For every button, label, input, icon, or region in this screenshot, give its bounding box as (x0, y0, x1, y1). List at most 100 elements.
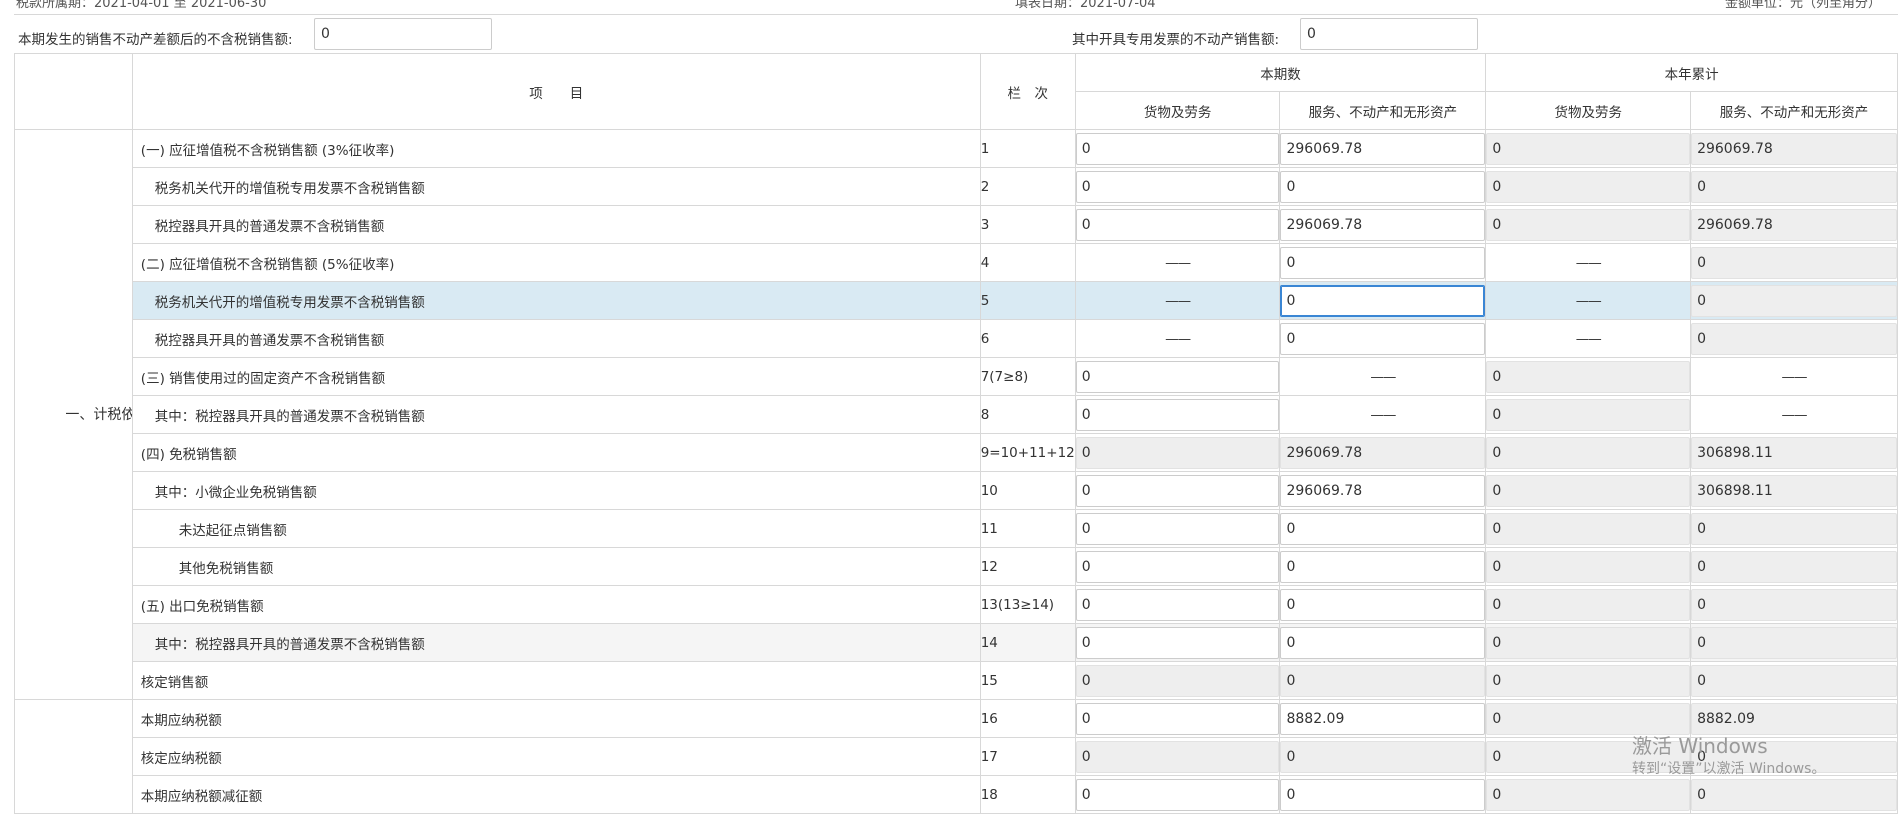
current-goods-input[interactable]: 0 (1076, 474, 1279, 507)
ytd-goods-value: 0 (1486, 512, 1690, 545)
current-services-input[interactable]: 296069.78 (1280, 208, 1485, 241)
not-applicable-dash: —— (1575, 330, 1602, 347)
not-applicable-dash: —— (1781, 406, 1808, 423)
current-services-header: 服务、不动产和无形资产 (1279, 91, 1487, 130)
ytd-services-value: 0 (1691, 778, 1897, 811)
row-label: 本期应纳税额减征额 (131, 775, 981, 814)
ytd-services-value: 0 (1691, 626, 1897, 659)
row-label: (四) 免税销售额 (131, 433, 981, 472)
current-goods-input[interactable]: 0 (1076, 398, 1279, 431)
table-row: (五) 出口免税销售额 13(13≥14) 0 0 0 0 (15, 585, 1898, 624)
current-goods-input[interactable]: 0 (1076, 132, 1279, 165)
current-services-value: 0 (1280, 664, 1485, 697)
ytd-goods-value: 0 (1486, 740, 1690, 773)
special-invoice-real-estate-label: 其中开具专用发票的不动产销售额: (1072, 32, 1280, 48)
report-header: 税款所属期：2021-04-01 至 2021-06-30 填表日期：2021-… (0, 0, 1898, 11)
current-period-header: 本期数 (1074, 53, 1487, 92)
row-label: 其中：税控器具开具的普通发票不含税销售额 (131, 395, 981, 434)
row-line-no: 2 (979, 167, 1076, 206)
row-label: 其他免税销售额 (131, 547, 981, 586)
row-line-no: 8 (979, 395, 1076, 434)
current-goods-input[interactable]: 0 (1076, 512, 1279, 545)
ytd-goods-value: 0 (1486, 588, 1690, 621)
not-applicable-dash: —— (1165, 330, 1191, 347)
current-goods-input[interactable]: 0 (1076, 702, 1279, 735)
current-goods-input[interactable]: 0 (1076, 626, 1279, 659)
row-label: 本期应纳税额 (131, 699, 981, 738)
current-goods-value: 0 (1076, 664, 1279, 697)
ytd-goods-value: 0 (1486, 778, 1690, 811)
real-estate-sales-label: 本期发生的销售不动产差额后的不含税销售额: (18, 32, 293, 48)
current-goods-header: 货物及劳务 (1074, 91, 1281, 130)
current-services-input[interactable]: 0 (1280, 588, 1485, 621)
table-row: 税控器具开具的普通发票不含税销售额 3 0 296069.78 0 296069… (15, 205, 1898, 244)
ytd-services-value: 0 (1691, 170, 1897, 203)
current-services-input[interactable]: 296069.78 (1280, 132, 1485, 165)
current-services-input[interactable]: 296069.78 (1280, 474, 1485, 507)
row-line-no: 6 (979, 319, 1076, 358)
section-tax-calculation (14, 699, 133, 814)
current-services-input-focused[interactable]: 0 (1280, 284, 1485, 317)
table-row: 其中：小微企业免税销售额 10 0 296069.78 0 306898.11 (15, 471, 1898, 510)
table-row: 其中：税控器具开具的普通发票不含税销售额 8 0 —— 0 —— (15, 395, 1898, 434)
current-goods-input[interactable]: 0 (1076, 588, 1279, 621)
ytd-goods-value: 0 (1486, 398, 1690, 431)
current-goods-input[interactable]: 0 (1076, 208, 1279, 241)
current-goods-input[interactable]: 0 (1076, 550, 1279, 583)
row-line-no: 17 (979, 737, 1076, 776)
current-services-input[interactable]: 0 (1280, 550, 1485, 583)
current-goods-input[interactable]: 0 (1076, 778, 1279, 811)
ytd-services-value: 306898.11 (1691, 436, 1897, 469)
ytd-services-value: 0 (1691, 740, 1897, 773)
summary-bar: 本期发生的销售不动产差额后的不含税销售额: 0 其中开具专用发票的不动产销售额:… (14, 14, 1898, 55)
row-label: 税务机关代开的增值税专用发票不含税销售额 (131, 167, 981, 206)
row-line-no: 13(13≥14) (979, 585, 1076, 624)
table-row: 本期应纳税额 16 0 8882.09 0 8882.09 (14, 699, 1898, 814)
current-goods-value: 0 (1076, 740, 1279, 773)
ytd-services-value: 0 (1691, 246, 1897, 279)
ytd-goods-value: 0 (1486, 360, 1690, 393)
current-services-input[interactable]: 0 (1280, 322, 1485, 355)
table-row: 税务机关代开的增值税专用发票不含税销售额 2 0 0 0 0 (15, 167, 1898, 206)
table-row: (二) 应征增值税不含税销售额 (5%征收率) 4 —— 0 —— 0 (15, 243, 1898, 282)
current-services-input[interactable]: 0 (1280, 170, 1485, 203)
tax-return-table: 项 目 栏 次 本期数 本年累计 货物及劳务 服务、不动产和无形资产 货物及劳务… (14, 53, 1898, 814)
current-goods-value: 0 (1076, 436, 1279, 469)
table-row: 本期应纳税额减征额 18 0 0 0 0 (15, 775, 1898, 814)
row-line-no: 5 (979, 281, 1076, 320)
current-services-value: 0 (1280, 740, 1485, 773)
current-services-input[interactable]: 0 (1280, 512, 1485, 545)
row-line-no: 4 (979, 243, 1076, 282)
current-services-input[interactable]: 8882.09 (1280, 702, 1485, 735)
real-estate-sales-input[interactable]: 0 (314, 18, 492, 50)
current-services-input[interactable]: 0 (1280, 626, 1485, 659)
not-applicable-dash: —— (1370, 406, 1396, 423)
special-invoice-real-estate-input[interactable]: 0 (1300, 18, 1478, 50)
row-label: 税务机关代开的增值税专用发票不含税销售额 (131, 281, 981, 320)
ytd-services-value: 0 (1691, 322, 1897, 355)
row-line-no: 14 (979, 623, 1076, 662)
current-services-input[interactable]: 0 (1280, 246, 1485, 279)
ytd-goods-value: 0 (1486, 170, 1690, 203)
row-label: 税控器具开具的普通发票不含税销售额 (131, 205, 981, 244)
row-line-no: 16 (979, 699, 1076, 738)
ytd-goods-value: 0 (1486, 474, 1690, 507)
ytd-services-value: 0 (1691, 664, 1897, 697)
row-line-no: 7(7≥8) (979, 357, 1076, 396)
current-goods-input[interactable]: 0 (1076, 360, 1279, 393)
table-row: (四) 免税销售额 9=10+11+12 0 296069.78 0 30689… (15, 433, 1898, 472)
not-applicable-dash: —— (1165, 254, 1191, 271)
current-services-input[interactable]: 0 (1280, 778, 1485, 811)
not-applicable-dash: —— (1575, 292, 1602, 309)
ytd-services-value: 0 (1691, 512, 1897, 545)
current-goods-input[interactable]: 0 (1076, 170, 1279, 203)
row-line-no: 9=10+11+12 (979, 433, 1076, 472)
not-applicable-dash: —— (1781, 368, 1808, 385)
table-row: 核定销售额 15 0 0 0 0 (15, 661, 1898, 700)
row-label: 核定应纳税额 (131, 737, 981, 776)
year-to-date-header: 本年累计 (1485, 53, 1898, 92)
ytd-services-value: 0 (1691, 550, 1897, 583)
ytd-goods-value: 0 (1486, 208, 1690, 241)
ytd-services-value: 0 (1691, 588, 1897, 621)
table-row: 其他免税销售额 12 0 0 0 0 (15, 547, 1898, 586)
